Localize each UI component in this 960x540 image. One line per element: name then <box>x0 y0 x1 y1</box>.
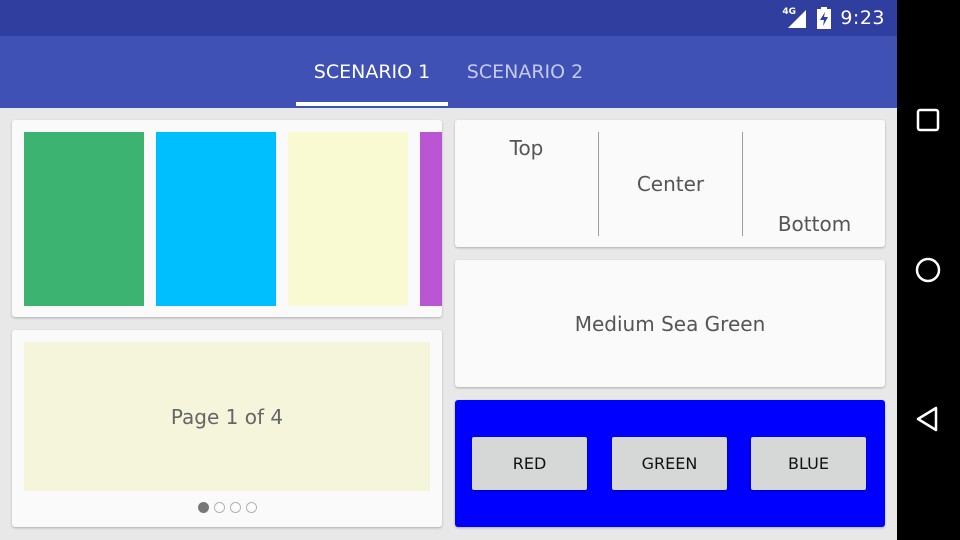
align-top-label: Top <box>509 136 544 160</box>
tab-scenario-1[interactable]: SCENARIO 1 <box>296 36 448 108</box>
align-bottom-label: Bottom <box>777 212 852 236</box>
network-type: 4G <box>782 7 796 17</box>
page-dot-3[interactable] <box>229 502 241 513</box>
home-icon[interactable] <box>908 250 948 290</box>
alignment-card: Top Center Bottom <box>455 120 885 247</box>
color-buttons-card: RED GREEN BLUE <box>455 400 885 527</box>
navigation-bar <box>897 0 960 540</box>
purple-swatch <box>420 132 442 306</box>
page-dot-1[interactable] <box>197 502 209 513</box>
status-icons: 4G 9:23 <box>782 0 885 36</box>
page-dot-4[interactable] <box>245 502 257 513</box>
align-center-label: Center <box>636 172 705 196</box>
page-view[interactable]: Page 1 of 4 <box>24 342 430 491</box>
pager-card: Page 1 of 4 <box>12 330 442 527</box>
align-top-column: Top <box>455 132 598 236</box>
clock-time: 9:23 <box>840 7 885 29</box>
blue-button[interactable]: BLUE <box>751 437 866 490</box>
tab-scenario-2[interactable]: SCENARIO 2 <box>449 36 601 108</box>
color-swatches-card[interactable] <box>12 120 442 317</box>
green-swatch <box>24 132 144 306</box>
page-dot-2[interactable] <box>213 502 225 513</box>
page-indicator <box>12 502 442 513</box>
color-name-card: Medium Sea Green <box>455 260 885 387</box>
app-bar: SCENARIO 1 SCENARIO 2 <box>0 36 897 108</box>
signal-icon: 4G <box>782 6 808 30</box>
align-bottom-column: Bottom <box>743 132 886 236</box>
align-center-column: Center <box>599 132 742 236</box>
tab-indicator <box>296 102 448 106</box>
status-bar: 4G 9:23 <box>0 0 897 36</box>
page-label: Page 1 of 4 <box>170 404 284 429</box>
back-icon[interactable] <box>908 399 948 439</box>
battery-charging-icon <box>816 6 832 30</box>
blue-swatch <box>156 132 276 306</box>
red-button[interactable]: RED <box>472 437 587 490</box>
color-name-label: Medium Sea Green <box>574 311 766 336</box>
yellow-swatch <box>288 132 408 306</box>
green-button[interactable]: GREEN <box>612 437 727 490</box>
recents-icon[interactable] <box>908 100 948 140</box>
